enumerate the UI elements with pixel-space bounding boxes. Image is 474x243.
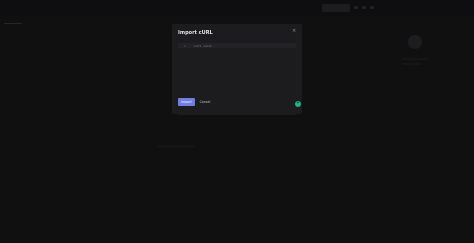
line-number: 1 <box>184 43 186 48</box>
assist-button[interactable]: ✦ <box>295 101 301 107</box>
cancel-button[interactable]: Cancel <box>198 98 212 106</box>
modal-title: Import cURL <box>178 30 213 36</box>
import-button[interactable]: Import <box>178 98 195 106</box>
sparkle-icon: ✦ <box>296 100 300 106</box>
close-icon[interactable]: × <box>292 29 296 34</box>
code-text: curl <url> <box>194 43 213 48</box>
import-curl-modal: Import cURL × 1 curl <url> ✦ Import Canc… <box>172 24 302 115</box>
curl-editor[interactable]: 1 curl <url> ✦ <box>178 43 301 115</box>
code-line: 1 curl <url> <box>178 43 296 48</box>
